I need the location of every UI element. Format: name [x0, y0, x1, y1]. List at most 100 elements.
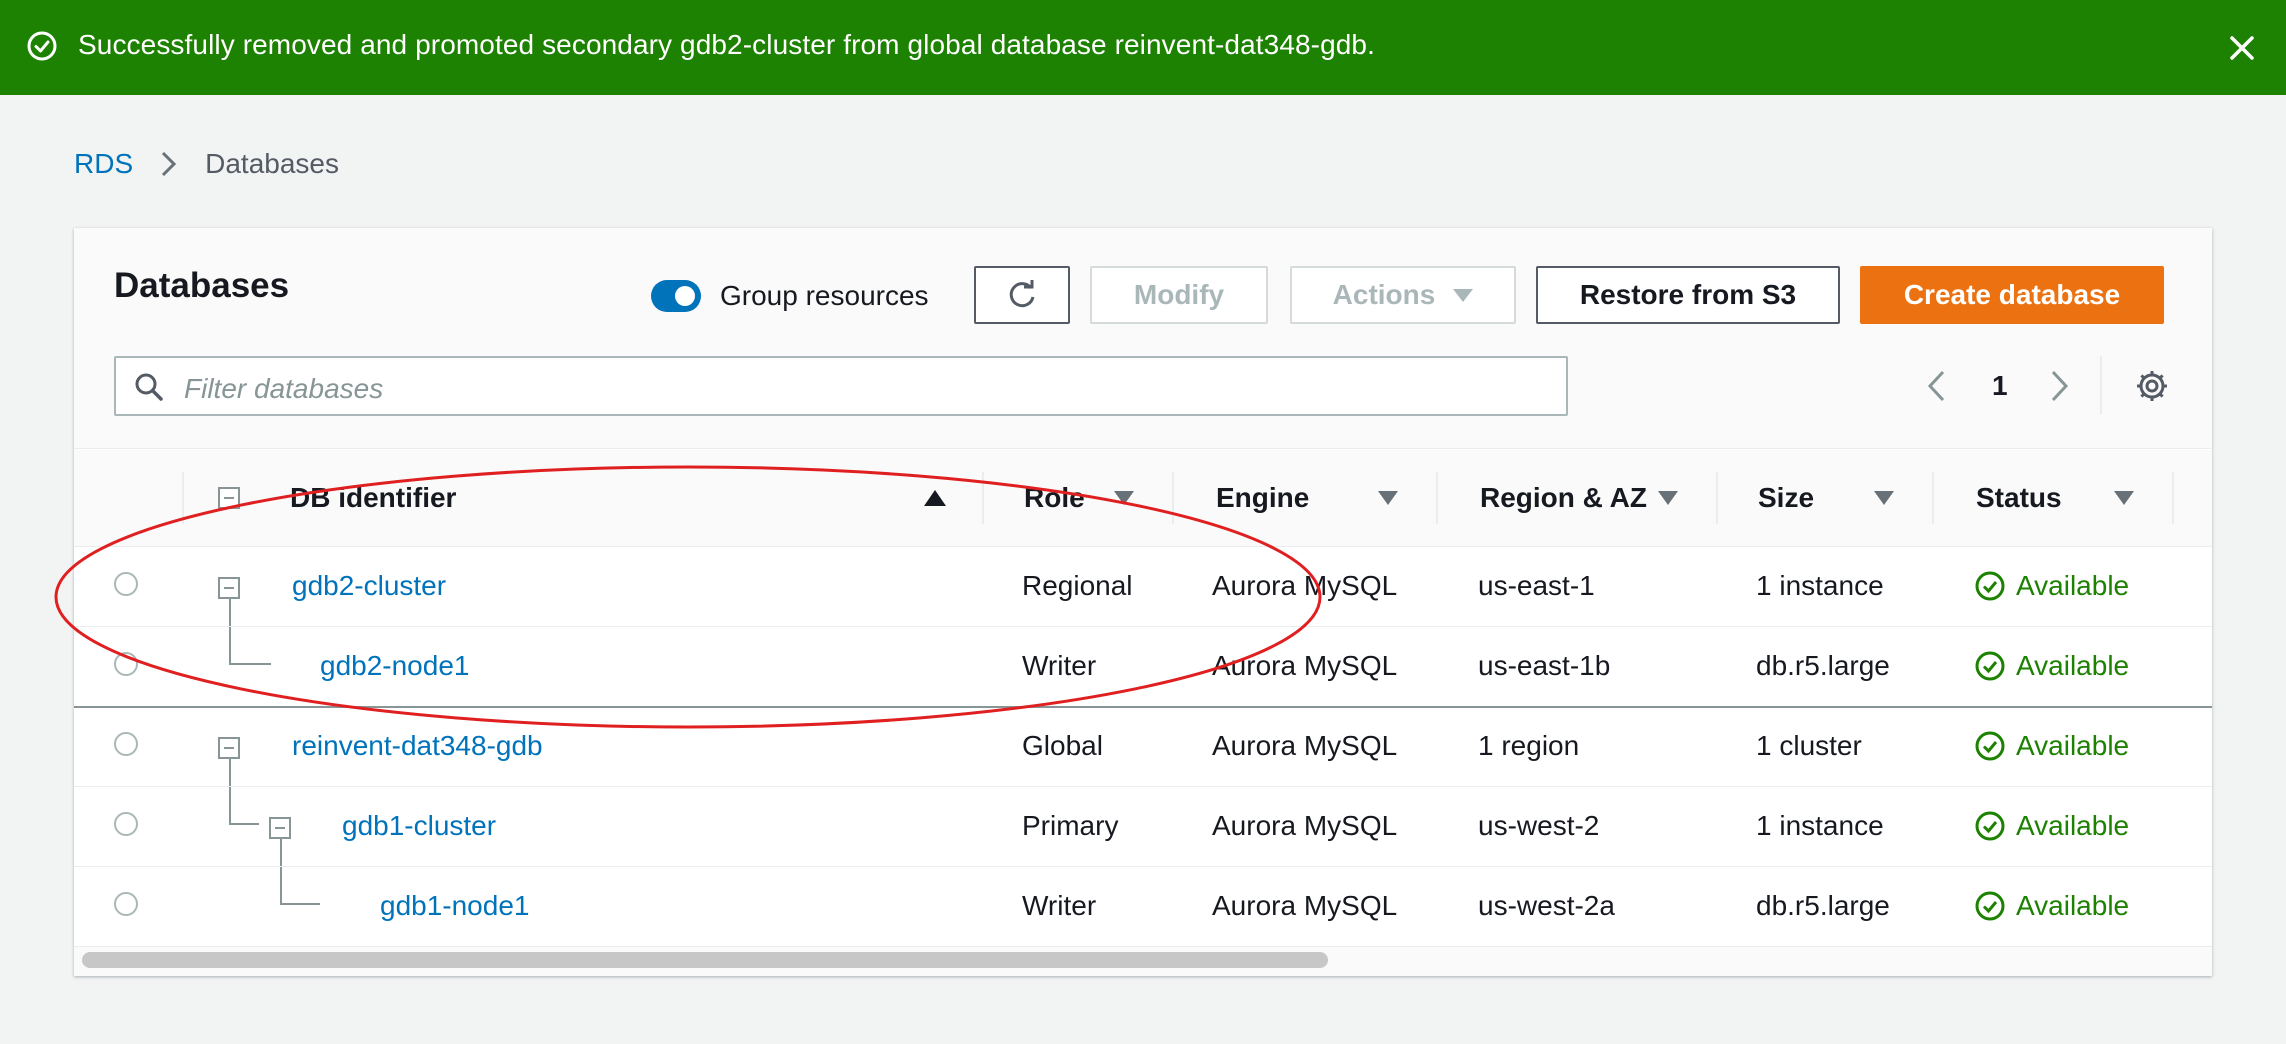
region-cell: us-east-1b [1478, 650, 1611, 681]
sort-up-icon[interactable] [924, 450, 946, 546]
column-divider [1716, 472, 1718, 524]
status-text: Available [2016, 890, 2130, 921]
column-divider [1932, 472, 1934, 524]
collapse-all-icon[interactable] [218, 487, 240, 509]
sort-down-icon[interactable] [1874, 450, 1894, 546]
status-text: Available [2016, 810, 2130, 841]
filter-databases-input[interactable]: Filter databases [114, 356, 1568, 416]
check-circle-icon [1975, 811, 2005, 841]
column-divider [182, 472, 184, 524]
close-icon[interactable] [2222, 28, 2262, 68]
check-circle-icon [1975, 731, 2005, 761]
group-resources-toggle[interactable] [651, 280, 701, 312]
engine-cell: Aurora MySQL [1212, 570, 1398, 601]
engine-cell: Aurora MySQL [1212, 650, 1398, 681]
actions-label: Actions [1332, 279, 1436, 310]
db-identifier-link[interactable]: gdb2-node1 [320, 626, 469, 706]
create-database-button[interactable]: Create database [1860, 266, 2164, 324]
column-label: Status [1976, 482, 2062, 513]
column-label: Size [1758, 482, 1815, 513]
actions-dropdown-button[interactable]: Actions [1290, 266, 1516, 324]
chevron-left-icon[interactable] [1924, 368, 1948, 404]
table-row[interactable]: gdb2-cluster Regional Aurora MySQL us-ea… [74, 546, 2212, 627]
db-identifier-link[interactable]: gdb2-cluster [292, 546, 446, 626]
table-row[interactable]: gdb1-node1 Writer Aurora MySQL us-west-2… [74, 866, 2212, 947]
column-db-identifier[interactable]: DB identifier [290, 450, 456, 546]
column-label: DB identifier [290, 482, 457, 513]
engine-cell: Aurora MySQL [1212, 890, 1398, 921]
sort-down-icon[interactable] [2114, 450, 2134, 546]
size-cell: 1 instance [1756, 570, 1884, 601]
gear-icon[interactable] [2134, 368, 2170, 404]
table-header: DB identifier Role Engine Region & AZ Si… [74, 450, 2212, 547]
status-badge: Available [1974, 626, 2129, 706]
page-title: Databases [114, 266, 290, 305]
column-label: Role [1024, 482, 1085, 513]
flash-message: Successfully removed and promoted second… [78, 29, 1375, 60]
row-radio[interactable] [114, 572, 138, 596]
row-radio[interactable] [114, 892, 138, 916]
role-cell: Global [1022, 730, 1103, 761]
page-number[interactable]: 1 [1992, 370, 2008, 402]
column-divider [982, 472, 984, 524]
restore-from-s3-button[interactable]: Restore from S3 [1536, 266, 1840, 324]
row-radio[interactable] [114, 812, 138, 836]
size-cell: db.r5.large [1756, 890, 1890, 921]
status-badge: Available [1974, 866, 2129, 946]
table-row[interactable]: reinvent-dat348-gdb Global Aurora MySQL … [74, 706, 2212, 787]
column-role[interactable]: Role [1024, 450, 1085, 546]
sort-down-icon[interactable] [1658, 450, 1678, 546]
breadcrumb-rds-link[interactable]: RDS [74, 148, 133, 180]
size-cell: 1 instance [1756, 810, 1884, 841]
status-badge: Available [1974, 706, 2129, 786]
column-divider [1436, 472, 1438, 524]
row-radio[interactable] [114, 652, 138, 676]
chevron-right-icon [162, 151, 177, 177]
databases-panel: Databases Group resources Modify Actions… [74, 228, 2212, 976]
role-cell: Regional [1022, 570, 1133, 601]
db-identifier-link[interactable]: gdb1-cluster [342, 786, 496, 866]
collapse-icon[interactable] [218, 577, 240, 599]
caret-down-icon [1453, 288, 1474, 302]
column-label: Engine [1216, 482, 1310, 513]
collapse-icon[interactable] [269, 817, 291, 839]
refresh-button[interactable] [974, 266, 1070, 324]
column-engine[interactable]: Engine [1216, 450, 1309, 546]
column-status[interactable]: Status [1976, 450, 2062, 546]
db-identifier-link[interactable]: gdb1-node1 [380, 866, 529, 946]
sort-down-icon[interactable] [1114, 450, 1134, 546]
table-row[interactable]: gdb2-node1 Writer Aurora MySQL us-east-1… [74, 626, 2212, 708]
status-text: Available [2016, 570, 2130, 601]
column-label: Region & AZ [1480, 482, 1647, 513]
check-circle-icon [1975, 651, 2005, 681]
group-resources-label: Group resources [720, 280, 929, 311]
column-divider [2172, 472, 2174, 524]
modify-button[interactable]: Modify [1090, 266, 1268, 324]
region-cell: us-west-2a [1478, 890, 1615, 921]
column-divider [1172, 472, 1174, 524]
region-cell: us-west-2 [1478, 810, 1600, 841]
sort-down-icon[interactable] [1378, 450, 1398, 546]
chevron-right-icon[interactable] [2048, 368, 2072, 404]
check-circle-icon [1975, 571, 2005, 601]
size-cell: 1 cluster [1756, 730, 1862, 761]
status-text: Available [2016, 730, 2130, 761]
search-placeholder: Filter databases [184, 373, 384, 404]
region-cell: 1 region [1478, 730, 1580, 761]
role-cell: Primary [1022, 810, 1119, 841]
engine-cell: Aurora MySQL [1212, 730, 1398, 761]
engine-cell: Aurora MySQL [1212, 810, 1398, 841]
table-row[interactable]: gdb1-cluster Primary Aurora MySQL us-wes… [74, 786, 2212, 867]
toggle-knob [675, 286, 695, 306]
db-identifier-link[interactable]: reinvent-dat348-gdb [292, 706, 543, 786]
horizontal-scrollbar[interactable] [82, 952, 1328, 968]
status-badge: Available [1974, 786, 2129, 866]
collapse-icon[interactable] [218, 737, 240, 759]
row-radio[interactable] [114, 732, 138, 756]
column-region-az[interactable]: Region & AZ [1480, 450, 1647, 546]
check-circle-icon [1975, 891, 2005, 921]
pager-divider [2100, 356, 2102, 414]
status-badge: Available [1974, 546, 2129, 626]
role-cell: Writer [1022, 650, 1097, 681]
column-size[interactable]: Size [1758, 450, 1814, 546]
